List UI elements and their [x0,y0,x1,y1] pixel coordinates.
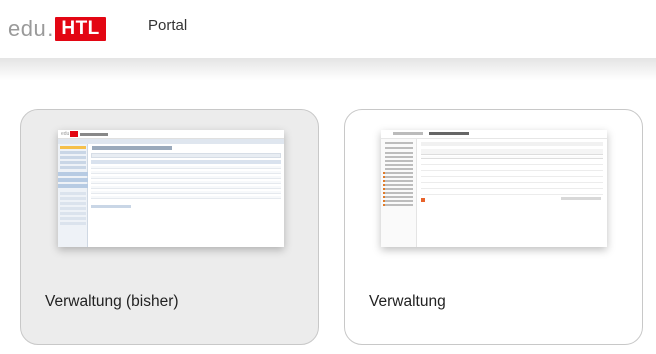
app-card-verwaltung-bisher[interactable]: edu Verwaltung (bisher) [20,109,319,345]
app-card-verwaltung[interactable]: Verwaltung [344,109,643,345]
logo-edu-text: edu [8,16,47,41]
edu-htl-logo[interactable]: edu . HTL [8,16,106,42]
app-header: edu . HTL Portal [0,0,656,58]
header-shadow [0,58,656,80]
card-thumbnail-new [381,130,607,247]
card-title: Verwaltung (bisher) [45,293,179,310]
logo-htl-badge: HTL [55,17,106,41]
nav-portal-link[interactable]: Portal [148,17,187,34]
card-thumbnail-legacy: edu [58,130,284,247]
card-title: Verwaltung [369,293,446,310]
logo-dot: . [47,16,54,41]
